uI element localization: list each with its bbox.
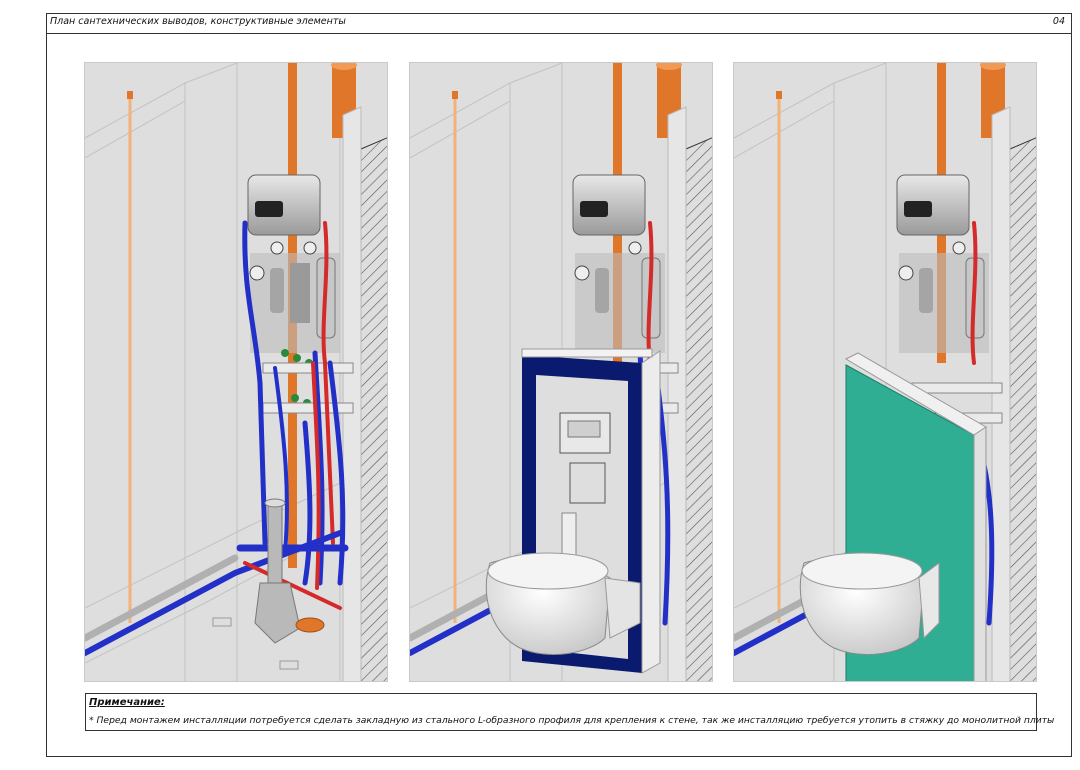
wall-hung-toilet [799, 552, 940, 655]
note-text: * Перед монтажем инсталляции потребуется… [89, 715, 1055, 726]
wall-section-hatched [1009, 137, 1036, 681]
note-title: Примечание: [89, 697, 165, 708]
render-panel-panel-cladding [733, 62, 1037, 682]
title-bar: План сантехнических выводов, конструктив… [47, 14, 1071, 34]
render-panel-pipes [84, 62, 388, 682]
wall-section-hatched [360, 137, 387, 681]
drawing-sheet: План сантехнических выводов, конструктив… [46, 13, 1072, 757]
wall-section-hatched [685, 137, 712, 681]
page-number: 04 [1052, 16, 1065, 27]
note-box: Примечание: * Перед монтажем инсталляции… [85, 693, 1054, 731]
sheet-title: План сантехнических выводов, конструктив… [50, 16, 346, 27]
render-panel-frame [409, 62, 713, 682]
